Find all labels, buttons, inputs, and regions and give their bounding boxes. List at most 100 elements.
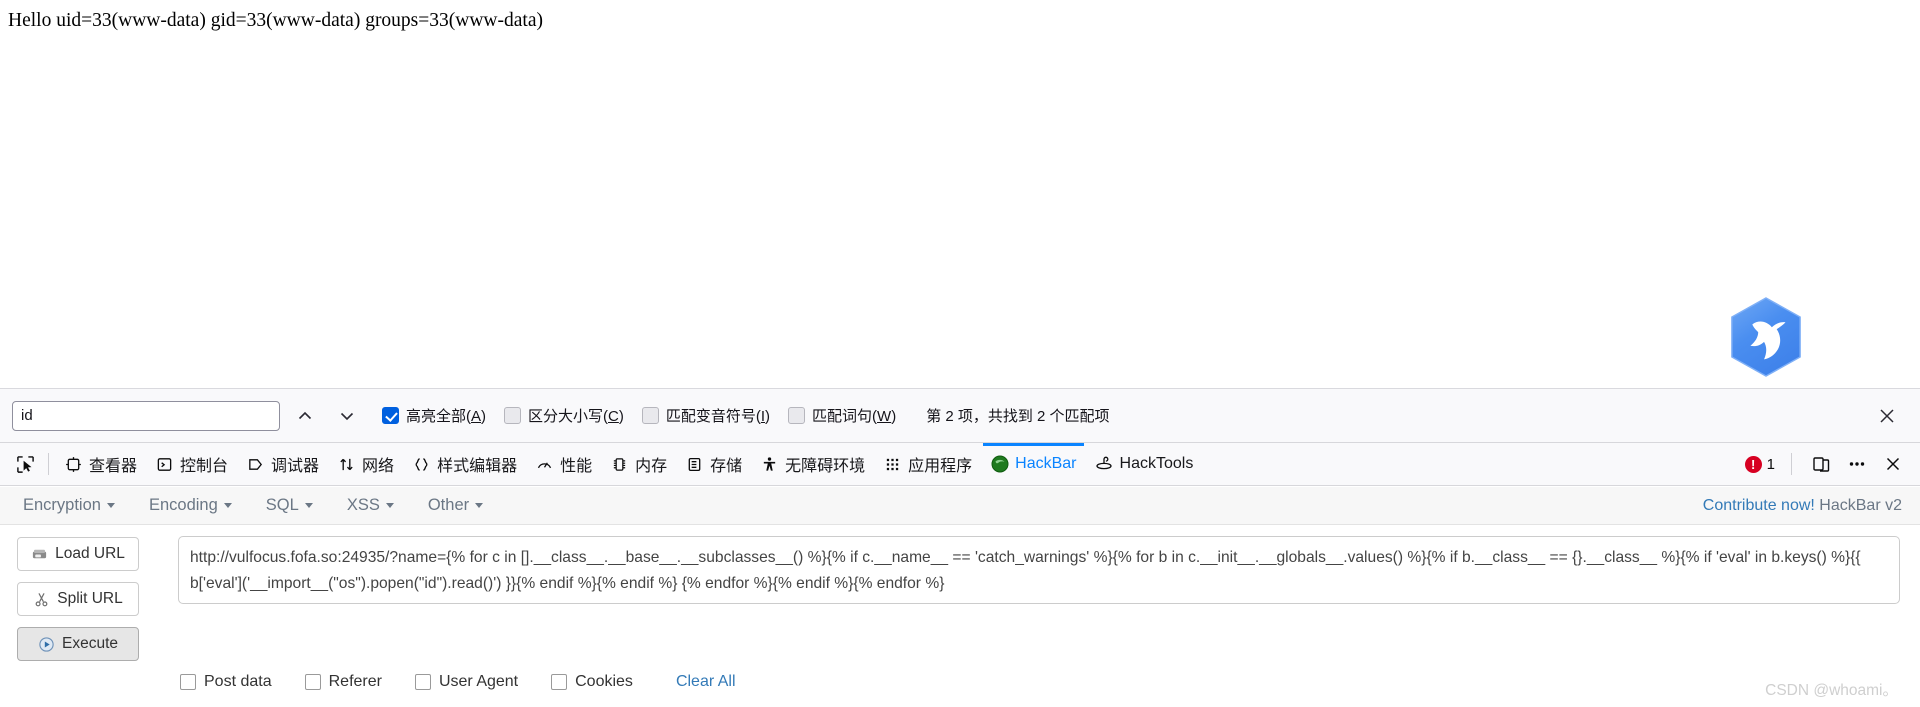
hackbar-options-row: Post data Referer User Agent Cookies Cle… — [180, 673, 736, 691]
toolbar-divider — [1791, 453, 1792, 475]
option-user-agent[interactable]: User Agent — [414, 673, 519, 691]
error-count-label: 1 — [1766, 455, 1775, 473]
find-option-whole-words[interactable]: 匹配词句(W) — [788, 405, 896, 426]
hackbar-menubar: Encryption Encoding SQL XSS Other Contri… — [0, 487, 1920, 525]
option-post-data[interactable]: Post data — [180, 673, 272, 691]
chevron-down-icon — [304, 503, 313, 508]
contribute-link[interactable]: Contribute now! — [1703, 497, 1815, 514]
devtools-tab-label: 样式编辑器 — [437, 458, 518, 475]
devtools-tab-debugger[interactable]: 调试器 — [237, 443, 328, 485]
devtools-tab-application[interactable]: 应用程序 — [874, 443, 981, 485]
execute-icon — [38, 636, 55, 653]
checkbox-highlight-all[interactable] — [382, 407, 399, 424]
find-match-status: 第 2 项，共找到 2 个匹配项 — [926, 408, 1110, 425]
checkbox-cookies[interactable] — [551, 674, 568, 690]
option-label: Cookies — [575, 673, 633, 690]
hackbar-menu-label: XSS — [346, 496, 380, 514]
hackbar-menu-label: Encryption — [23, 496, 101, 514]
hackbar-icon — [990, 455, 1009, 474]
checkbox-referer[interactable] — [304, 674, 321, 690]
error-icon: ! — [1744, 455, 1762, 473]
devtools-toolbar-right: ! 1 — [1744, 451, 1920, 477]
chevron-down-icon — [223, 503, 232, 508]
devtools-tab-label: 控制台 — [180, 458, 229, 475]
clear-all-link[interactable]: Clear All — [676, 673, 736, 691]
devtools-tab-inspector[interactable]: 查看器 — [55, 443, 146, 485]
debugger-icon — [246, 455, 265, 474]
find-bar: id 高亮全部(A) 区分大小写(C) 匹配变音符号(I) 匹配词句(W) 第 … — [0, 388, 1920, 442]
hackbar-menu-label: SQL — [265, 496, 299, 514]
hackbar-menu-label: Encoding — [148, 496, 218, 514]
hackbar-menu-xss[interactable]: XSS — [336, 496, 405, 515]
checkbox-whole-words[interactable] — [788, 407, 806, 424]
devtools-tab-label: 内存 — [635, 458, 668, 475]
checkbox-post-data[interactable] — [180, 674, 196, 690]
hackbar-menu-sql[interactable]: SQL — [255, 496, 324, 515]
find-previous-button[interactable] — [288, 399, 322, 433]
element-picker-icon[interactable] — [8, 449, 42, 479]
network-icon — [337, 455, 356, 474]
console-icon — [155, 455, 174, 474]
style-editor-icon — [412, 455, 431, 474]
memory-icon — [610, 455, 629, 474]
checkbox-match-diacritics[interactable] — [641, 407, 659, 424]
responsive-design-mode-icon[interactable] — [1808, 451, 1834, 477]
inspector-icon — [64, 455, 83, 474]
devtools-tab-console[interactable]: 控制台 — [146, 443, 237, 485]
option-referer[interactable]: Referer — [304, 673, 382, 691]
find-option-label: 匹配变音符号(I) — [665, 408, 771, 425]
devtools-tab-label: HackBar — [1015, 455, 1077, 472]
devtools-tab-style-editor[interactable]: 样式编辑器 — [403, 443, 526, 485]
browser-window: Hello uid=33(www-data) gid=33(www-data) … — [0, 0, 1920, 707]
devtools-tab-memory[interactable]: 内存 — [601, 443, 676, 485]
option-label: Post data — [204, 673, 272, 690]
find-option-match-case[interactable]: 区分大小写(C) — [504, 405, 624, 426]
storage-icon — [685, 455, 704, 474]
split-url-button[interactable]: Split URL — [17, 582, 139, 616]
find-input[interactable]: id — [12, 400, 280, 431]
option-label: Referer — [328, 673, 382, 690]
url-textarea[interactable]: http://vulfocus.fofa.so:24935/?name={% f… — [178, 536, 1900, 604]
chevron-down-icon — [106, 503, 115, 508]
accessibility-icon — [760, 455, 779, 474]
more-options-icon[interactable] — [1844, 451, 1870, 477]
page-content-area: Hello uid=33(www-data) gid=33(www-data) … — [0, 0, 1920, 388]
split-url-icon — [33, 591, 50, 608]
devtools-tab-accessibility[interactable]: 无障碍环境 — [751, 443, 874, 485]
chevron-down-icon — [385, 503, 394, 508]
application-icon — [883, 455, 902, 474]
devtools-tab-label: 应用程序 — [908, 458, 973, 475]
execute-button[interactable]: Execute — [17, 627, 139, 661]
devtools-tab-hacktools[interactable]: HackTools — [1086, 443, 1203, 485]
option-label: User Agent — [438, 673, 519, 690]
devtools-tab-label: 网络 — [362, 458, 395, 475]
devtools-tab-label: 无障碍环境 — [785, 458, 866, 475]
devtools-tab-hackbar[interactable]: HackBar — [981, 443, 1085, 485]
devtools-tab-label: 调试器 — [271, 458, 320, 475]
hackbar-menu-encoding[interactable]: Encoding — [138, 496, 243, 515]
option-cookies[interactable]: Cookies — [551, 673, 633, 691]
csdn-watermark: CSDN @whoami。 — [1765, 682, 1898, 699]
checkbox-user-agent[interactable] — [414, 674, 431, 690]
find-option-match-diacritics[interactable]: 匹配变音符号(I) — [641, 405, 771, 426]
devtools-tab-label: HackTools — [1119, 455, 1194, 472]
hackbar-panel: Load URL Split URL Execute http://vulfoc… — [0, 525, 1920, 707]
devtools-tab-performance[interactable]: 性能 — [526, 443, 601, 485]
find-close-icon[interactable] — [1874, 403, 1900, 429]
close-devtools-icon[interactable] — [1880, 451, 1906, 477]
find-option-highlight-all[interactable]: 高亮全部(A) — [382, 405, 486, 426]
chevron-down-icon — [475, 503, 484, 508]
hackbar-version-label: HackBar v2 — [1819, 496, 1902, 514]
find-option-label: 匹配词句(W) — [812, 408, 897, 425]
devtools-tab-storage[interactable]: 存储 — [676, 443, 751, 485]
page-body-text: Hello uid=33(www-data) gid=33(www-data) … — [8, 10, 543, 31]
devtools-tab-network[interactable]: 网络 — [328, 443, 403, 485]
checkbox-match-case[interactable] — [504, 407, 522, 424]
find-next-button[interactable] — [330, 399, 364, 433]
load-url-button[interactable]: Load URL — [17, 537, 139, 571]
button-label: Load URL — [55, 545, 125, 562]
hackbar-action-buttons: Load URL Split URL Execute — [17, 537, 139, 661]
hackbar-menu-encryption[interactable]: Encryption — [12, 496, 126, 515]
error-count-badge[interactable]: ! 1 — [1744, 455, 1775, 473]
hackbar-menu-other[interactable]: Other — [417, 496, 494, 515]
